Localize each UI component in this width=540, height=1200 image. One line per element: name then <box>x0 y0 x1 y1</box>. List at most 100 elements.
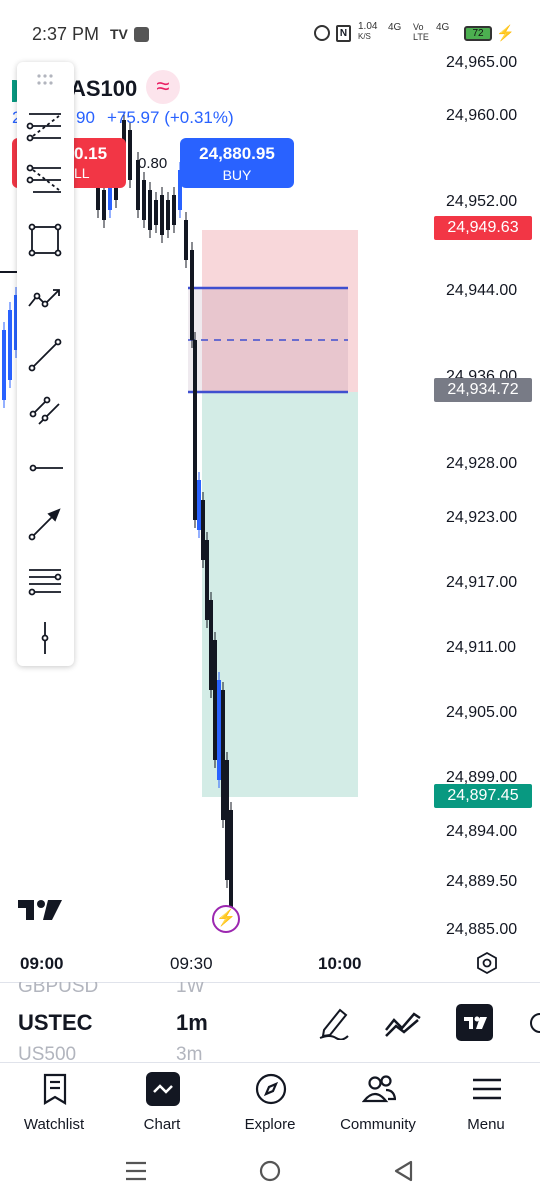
nav-label: Watchlist <box>23 1116 85 1133</box>
candle-body <box>225 760 229 880</box>
price-tick: 24,894.00 <box>446 823 518 840</box>
price-tick: 24,905.00 <box>446 704 518 721</box>
time-tick: 10:00 <box>318 954 362 973</box>
tradingview-app-icon[interactable] <box>456 1004 493 1041</box>
chart-icon <box>146 1072 180 1106</box>
candle-body <box>160 195 164 235</box>
chart-settings-icon[interactable] <box>474 950 500 976</box>
fib-extension-icon[interactable] <box>25 160 65 200</box>
candle-body <box>229 810 233 910</box>
candle-body <box>193 340 197 520</box>
nav-watchlist[interactable]: Watchlist <box>4 1066 104 1146</box>
entry-price-badge: 24,934.72 <box>434 378 532 402</box>
nfc-icon: N <box>336 25 351 42</box>
interval-option[interactable]: 1W <box>176 982 205 998</box>
symbol-type-icon[interactable]: ≈ <box>146 70 180 104</box>
candle-body <box>217 680 221 780</box>
drawing-toolbar <box>17 62 74 666</box>
app-notification-icon <box>134 27 149 42</box>
network-type-1: 4G <box>388 22 402 33</box>
interval-option[interactable]: 3m <box>176 1044 202 1062</box>
home-icon[interactable] <box>258 1159 282 1183</box>
candle-body <box>166 200 170 230</box>
price-tick: 24,917.00 <box>446 574 518 591</box>
take-profit-zone[interactable] <box>202 392 358 797</box>
buy-price: 24,880.95 <box>199 144 275 163</box>
nav-community[interactable]: Community <box>328 1066 428 1146</box>
candle-body <box>184 220 188 260</box>
nav-label: Chart <box>143 1116 181 1133</box>
community-icon <box>362 1075 396 1103</box>
fib-retracement-icon[interactable] <box>25 106 65 146</box>
price-tick: 24,960.00 <box>446 107 518 124</box>
sell-label: LL <box>74 165 90 181</box>
nav-explore[interactable]: Explore <box>220 1066 320 1146</box>
symbol-name[interactable]: AS100 <box>70 76 137 102</box>
tradingview-notification-icon: TV <box>110 26 128 42</box>
candle-body <box>154 200 158 225</box>
drawing-tools-icon[interactable] <box>316 1004 352 1040</box>
candle-body <box>2 330 6 400</box>
price-tick: 24,928.00 <box>446 455 518 472</box>
candle-body <box>172 195 176 225</box>
price-tick: 24,889.50 <box>446 873 518 890</box>
tradingview-logo <box>18 900 62 920</box>
chart-canvas[interactable] <box>0 60 540 940</box>
candle-body <box>190 250 194 340</box>
candle-body <box>213 640 217 760</box>
candle-body <box>205 540 209 620</box>
volte-indicator: Vo LTE <box>413 22 429 42</box>
recent-apps-icon[interactable] <box>124 1160 148 1182</box>
nav-label: Community <box>340 1116 416 1133</box>
candle-body <box>8 310 12 380</box>
symbol-option[interactable]: GBPUSD <box>18 982 98 998</box>
drag-handle-icon[interactable] <box>25 68 65 92</box>
interval-selected[interactable]: 1m <box>176 1010 208 1036</box>
candle-body <box>142 180 146 220</box>
price-tick: 24,944.00 <box>446 282 518 299</box>
target-price-badge: 24,897.45 <box>434 784 532 808</box>
candle-body <box>148 190 152 230</box>
spread-value: 0.80 <box>138 155 168 172</box>
time-tick: 09:30 <box>170 954 213 973</box>
symbol-price-partial-2: 90 <box>76 108 95 127</box>
charging-icon: ⚡ <box>496 25 515 42</box>
horizontal-ray-icon[interactable] <box>25 448 65 488</box>
back-icon[interactable] <box>392 1159 416 1183</box>
buy-label: BUY <box>222 167 252 183</box>
network-speed: 1.04 K/S <box>358 21 378 42</box>
system-nav-bar <box>0 1146 540 1200</box>
status-time: 2:37 PM <box>32 24 100 44</box>
sell-price: 0.15 <box>74 144 108 163</box>
price-tick: 24,911.00 <box>446 639 516 656</box>
path-icon[interactable] <box>25 278 65 318</box>
symbol-selected[interactable]: USTEC <box>18 1010 93 1036</box>
divider <box>0 1062 540 1063</box>
indicators-icon[interactable] <box>384 1006 422 1038</box>
price-tick: 24,923.00 <box>446 509 518 526</box>
candle-body <box>128 130 132 180</box>
arrow-line-icon[interactable] <box>25 504 65 544</box>
nav-chart[interactable]: Chart <box>112 1066 212 1146</box>
symbol-change: +75.97 (+0.31%) <box>107 108 234 127</box>
network-type-2: 4G <box>436 22 450 33</box>
lightning-icon[interactable]: ⚡ <box>212 905 240 933</box>
symbol-option[interactable]: US500 <box>18 1044 76 1062</box>
trend-line-icon[interactable] <box>25 335 65 375</box>
price-tick: 24,965.00 <box>446 54 518 71</box>
price-tick: 24,885.00 <box>446 921 518 938</box>
candle-body <box>221 690 225 820</box>
rectangle-icon[interactable] <box>25 220 65 260</box>
price-tick: 24,952.00 <box>446 193 518 210</box>
stop-price-badge: 24,949.63 <box>434 216 532 240</box>
multi-lines-icon[interactable] <box>25 562 65 602</box>
compass-icon <box>255 1073 287 1105</box>
nav-label: Explore <box>244 1116 296 1133</box>
nav-label: Menu <box>467 1116 505 1133</box>
vertical-line-icon[interactable] <box>25 618 65 658</box>
more-tools-icon[interactable] <box>530 1010 540 1036</box>
parallel-lines-icon[interactable] <box>25 390 65 430</box>
nav-menu[interactable]: Menu <box>436 1066 536 1146</box>
buy-button[interactable]: 24,880.95 BUY <box>180 138 294 188</box>
time-tick: 09:00 <box>20 954 64 973</box>
